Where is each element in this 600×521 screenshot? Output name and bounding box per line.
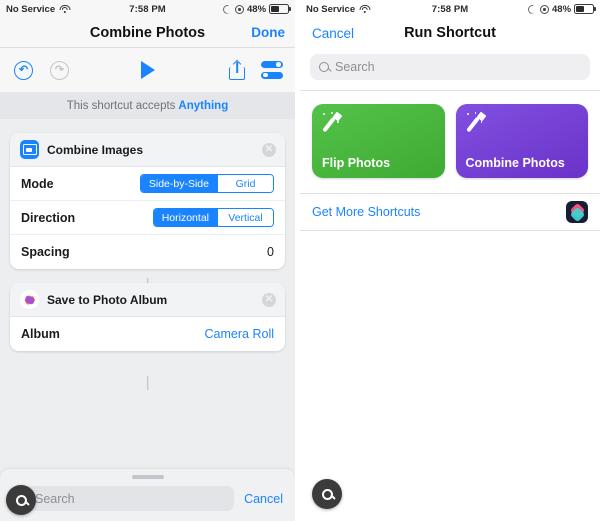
album-value[interactable]: Camera Roll bbox=[205, 327, 274, 341]
close-icon[interactable]: ✕ bbox=[262, 142, 276, 157]
wifi-icon bbox=[359, 4, 371, 14]
magnifier-cursor-icon[interactable] bbox=[6, 485, 36, 515]
mode-segmented-control[interactable]: Side-by-Side Grid bbox=[139, 174, 274, 193]
cancel-button[interactable]: Cancel bbox=[312, 26, 354, 41]
connector-line-bottom bbox=[146, 376, 149, 390]
status-bar-left-group: No Service bbox=[6, 4, 129, 15]
share-icon bbox=[229, 59, 245, 80]
workflow-canvas: Combine Images ✕ Mode Side-by-Side Grid … bbox=[0, 133, 295, 390]
magic-wand-icon bbox=[322, 111, 344, 134]
magnifier-glyph bbox=[15, 494, 27, 506]
redo-button: ↷ bbox=[50, 60, 69, 80]
search-icon bbox=[319, 62, 329, 72]
action-card-header: Save to Photo Album ✕ bbox=[10, 283, 285, 317]
rotation-lock-icon bbox=[235, 4, 244, 14]
segment-horizontal[interactable]: Horizontal bbox=[153, 209, 217, 226]
search-bar-container: Search bbox=[300, 48, 600, 90]
spacing-value[interactable]: 0 bbox=[267, 245, 274, 259]
parameter-label: Direction bbox=[21, 210, 76, 225]
right-screen-run-shortcut: No Service 7:58 PM 48% Cancel Run Shortc… bbox=[300, 0, 600, 521]
status-bar-left-group: No Service bbox=[306, 4, 432, 15]
sheet-search-row: Search Cancel bbox=[12, 486, 283, 511]
segment-side-by-side[interactable]: Side-by-Side bbox=[140, 175, 217, 192]
shortcuts-app-icon bbox=[566, 201, 588, 223]
get-more-shortcuts-row[interactable]: Get More Shortcuts bbox=[300, 193, 600, 231]
moon-icon bbox=[223, 5, 232, 14]
undo-icon: ↶ bbox=[14, 60, 33, 80]
battery-percent-label: 48% bbox=[247, 3, 267, 15]
redo-icon: ↷ bbox=[50, 60, 69, 80]
parameter-row-album: Album Camera Roll bbox=[10, 317, 285, 351]
action-card-combine-images[interactable]: Combine Images ✕ Mode Side-by-Side Grid … bbox=[10, 133, 285, 269]
carrier-label: No Service bbox=[306, 3, 356, 15]
action-title: Save to Photo Album bbox=[47, 292, 168, 307]
rotation-lock-icon bbox=[540, 4, 549, 14]
battery-icon bbox=[574, 4, 595, 14]
action-card-header: Combine Images ✕ bbox=[10, 133, 285, 167]
tile-label: Flip Photos bbox=[322, 156, 391, 170]
parameter-label: Album bbox=[21, 327, 60, 341]
action-title: Combine Images bbox=[47, 142, 144, 157]
navigation-bar-right: Cancel Run Shortcut bbox=[300, 18, 600, 48]
clock-label: 7:58 PM bbox=[431, 3, 469, 15]
accepts-type-label[interactable]: Anything bbox=[178, 100, 228, 112]
run-shortcut-button[interactable] bbox=[140, 61, 155, 79]
tile-label: Combine Photos bbox=[465, 156, 565, 170]
done-button[interactable]: Done bbox=[251, 25, 285, 40]
status-bar-right-group: 48% bbox=[468, 3, 595, 15]
accepts-prefix-label: This shortcut accepts bbox=[66, 99, 176, 112]
shortcut-tiles-grid: Flip Photos Combine Photos bbox=[300, 91, 600, 193]
search-input[interactable]: Search bbox=[310, 54, 590, 80]
close-icon[interactable]: ✕ bbox=[262, 292, 276, 307]
search-bottom-sheet: Search Cancel bbox=[0, 469, 295, 521]
magnifier-glyph bbox=[321, 488, 333, 500]
page-title: Run Shortcut bbox=[404, 25, 496, 41]
direction-segmented-control[interactable]: Horizontal Vertical bbox=[152, 208, 274, 227]
moon-icon bbox=[528, 5, 537, 14]
parameter-row-direction: Direction Horizontal Vertical bbox=[10, 201, 285, 235]
segment-vertical[interactable]: Vertical bbox=[217, 209, 273, 226]
page-title: Combine Photos bbox=[89, 24, 206, 41]
shortcut-tile-combine-photos[interactable]: Combine Photos bbox=[455, 104, 588, 178]
status-bar-right: No Service 7:58 PM 48% bbox=[300, 0, 600, 18]
search-placeholder: Search bbox=[35, 491, 75, 506]
battery-percent-label: 48% bbox=[552, 3, 572, 15]
shortcut-tile-flip-photos[interactable]: Flip Photos bbox=[312, 104, 445, 178]
photos-app-icon bbox=[20, 290, 39, 309]
sliders-icon bbox=[261, 61, 283, 79]
play-icon bbox=[140, 61, 155, 79]
left-screen-shortcut-editor: No Service 7:58 PM 48% Combine Photos Do… bbox=[0, 0, 295, 521]
parameter-row-mode: Mode Side-by-Side Grid bbox=[10, 167, 285, 201]
segment-grid[interactable]: Grid bbox=[217, 175, 273, 192]
status-bar-left: No Service 7:58 PM 48% bbox=[0, 0, 295, 18]
clock-label: 7:58 PM bbox=[129, 3, 166, 15]
search-input[interactable]: Search bbox=[12, 486, 235, 511]
cancel-button[interactable]: Cancel bbox=[244, 492, 283, 506]
sheet-grabber[interactable] bbox=[131, 475, 164, 479]
magnifier-cursor-icon[interactable] bbox=[312, 479, 342, 509]
combine-images-icon bbox=[20, 140, 39, 159]
editor-toolbar: ↶ ↷ bbox=[0, 48, 295, 92]
parameter-row-spacing: Spacing 0 bbox=[10, 235, 285, 269]
wifi-icon bbox=[59, 4, 71, 14]
battery-icon bbox=[269, 4, 290, 14]
get-more-shortcuts-label[interactable]: Get More Shortcuts bbox=[312, 205, 420, 219]
magic-wand-icon bbox=[465, 111, 488, 134]
action-card-save-to-photo-album[interactable]: Save to Photo Album ✕ Album Camera Roll bbox=[10, 283, 285, 351]
share-button[interactable] bbox=[229, 59, 245, 80]
accepts-input-banner[interactable]: This shortcut accepts Anything bbox=[0, 92, 295, 119]
status-bar-right-group: 48% bbox=[166, 3, 290, 15]
carrier-label: No Service bbox=[6, 3, 56, 15]
parameter-label: Mode bbox=[21, 176, 54, 191]
shortcut-settings-button[interactable] bbox=[261, 61, 283, 79]
navigation-bar-left: Combine Photos Done bbox=[0, 18, 295, 48]
parameter-label: Spacing bbox=[21, 245, 70, 259]
search-placeholder: Search bbox=[335, 60, 375, 74]
undo-button[interactable]: ↶ bbox=[14, 60, 33, 80]
dual-screenshot-container: No Service 7:58 PM 48% Combine Photos Do… bbox=[0, 0, 600, 521]
